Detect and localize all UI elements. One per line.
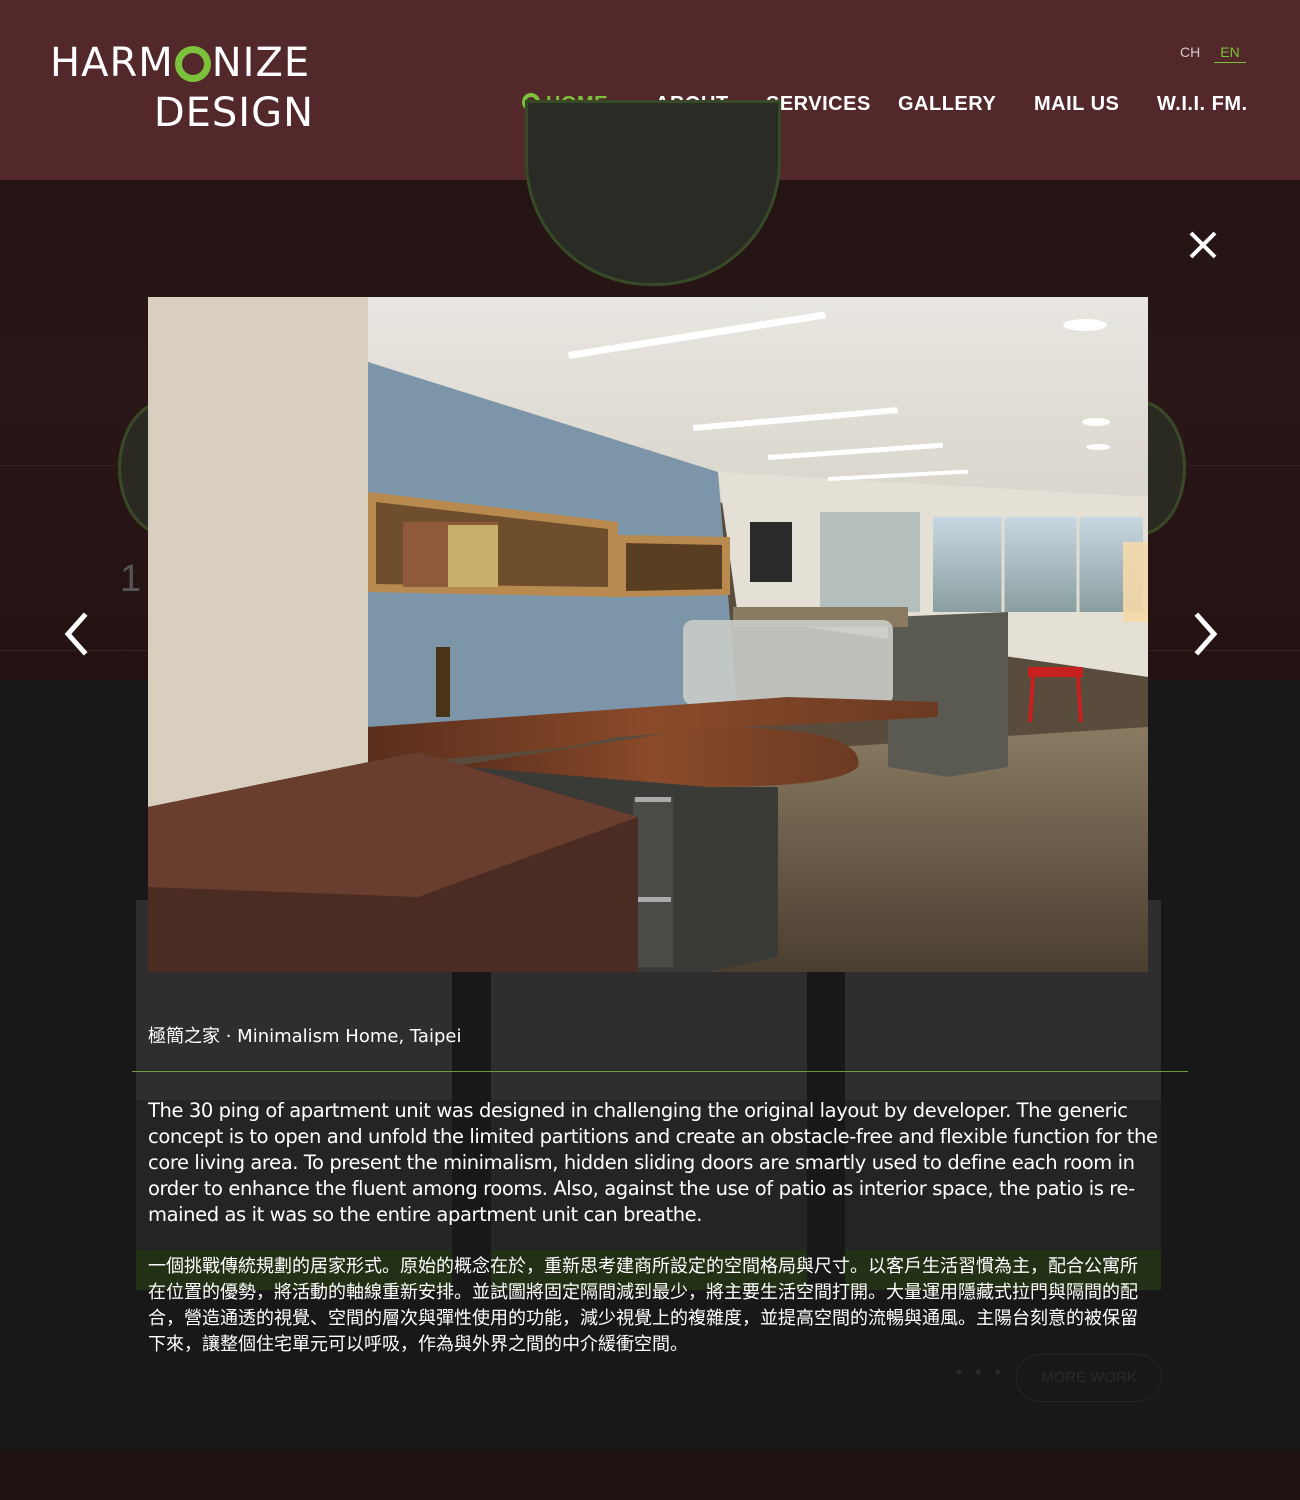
- prev-button[interactable]: [62, 612, 92, 656]
- description-chinese: 一個挑戰傳統規劃的居家形式。原始的概念在於，重新思考建商所設定的空間格局與尺寸。…: [148, 1256, 1138, 1355]
- photo-caption: 極簡之家 · Minimalism Home, Taipei: [148, 1026, 462, 1047]
- nav-mail-us[interactable]: MAIL US: [1034, 93, 1119, 116]
- lang-ch[interactable]: CH: [1180, 44, 1200, 60]
- chevron-left-icon: [64, 612, 88, 656]
- logo[interactable]: HARM NIZE DESIGN: [50, 40, 320, 136]
- nav-gallery[interactable]: GALLERY: [898, 93, 996, 116]
- nav-wii-fm[interactable]: W.I.I. FM.: [1157, 93, 1248, 116]
- gallery-photo: [148, 297, 1148, 972]
- next-button[interactable]: [1190, 612, 1220, 656]
- description-english: The 30 ping of apartment unit was design…: [148, 1099, 1158, 1226]
- close-icon[interactable]: [1186, 228, 1220, 262]
- chevron-right-icon: [1194, 612, 1218, 656]
- caption-divider: [132, 1071, 1188, 1072]
- office-interior-image: [148, 297, 1148, 972]
- language-switcher: CH EN: [1180, 44, 1246, 63]
- logo-ring-icon: [174, 46, 211, 82]
- nav-services[interactable]: SERVICES: [766, 93, 871, 116]
- more-work-button: MORE WORK: [1016, 1354, 1162, 1402]
- lang-en[interactable]: EN: [1214, 44, 1246, 63]
- logo-text-part1: HARM: [50, 40, 174, 86]
- hero-circle-image: [525, 100, 781, 286]
- logo-text-part2: NIZE: [211, 40, 311, 86]
- more-dots: • • •: [956, 1362, 1005, 1382]
- hero-number: 1: [120, 558, 142, 600]
- background-footer: [0, 1450, 1300, 1500]
